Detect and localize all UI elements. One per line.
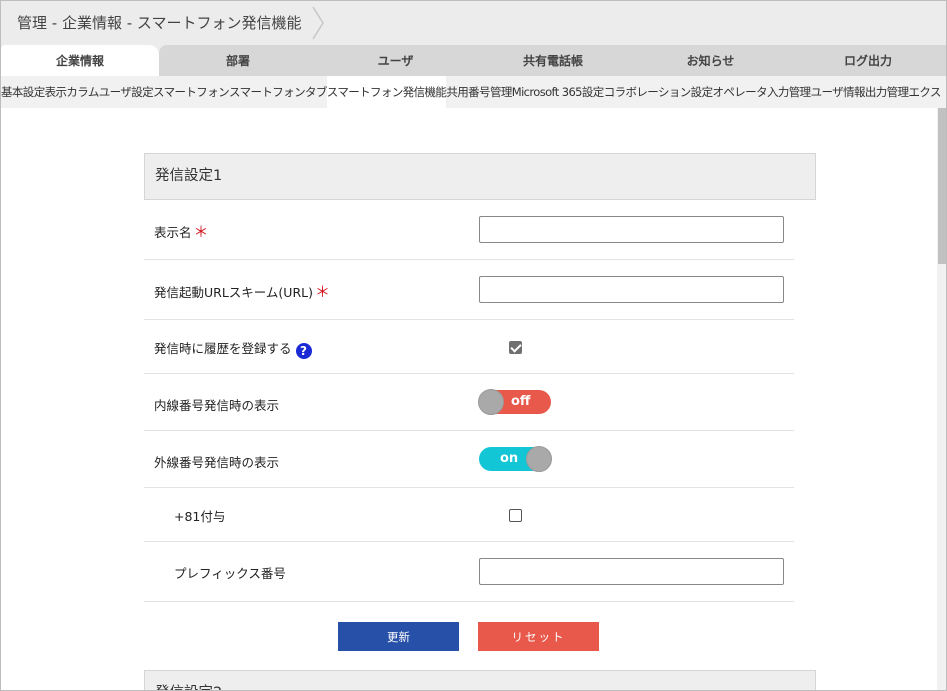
- url-scheme-label: 発信起動URLスキーム(URL) ＊: [154, 281, 330, 302]
- tab-company-info[interactable]: 企業情報: [1, 45, 159, 76]
- row-url-scheme: 発信起動URLスキーム(URL) ＊: [144, 260, 794, 320]
- external-display-label: 外線番号発信時の表示: [154, 455, 280, 470]
- update-button[interactable]: 更新: [338, 622, 459, 651]
- subtab-microsoft365[interactable]: Microsoft 365設定: [512, 76, 605, 108]
- content-area: 発信設定1 表示名＊ 発信起動URLスキーム(URL) ＊ 発信時に履歴を登録する…: [1, 108, 936, 690]
- vertical-scrollbar[interactable]: [937, 108, 946, 690]
- display-name-label-text: 表示名: [154, 225, 192, 240]
- question-circle-icon[interactable]: ?: [295, 343, 312, 359]
- tab-notices[interactable]: お知らせ: [632, 45, 789, 76]
- subtab-user-settings[interactable]: ユーザ設定: [99, 76, 154, 108]
- breadcrumb: 管理 - 企業情報 - スマートフォン発信機能: [1, 1, 946, 45]
- prefix-input[interactable]: [479, 558, 784, 585]
- toggle-state-label: off: [511, 394, 531, 409]
- subtab-display-columns[interactable]: 表示カラム: [45, 76, 100, 108]
- plus81-checkbox[interactable]: [509, 509, 522, 522]
- subtab-operator-input[interactable]: オペレータ入力管理: [712, 76, 811, 108]
- scrollbar-thumb[interactable]: [938, 108, 946, 264]
- toggle-knob: [478, 389, 504, 415]
- tab-shared-phonebook[interactable]: 共有電話帳: [474, 45, 632, 76]
- subtab-basic-settings[interactable]: 基本設定: [1, 76, 45, 108]
- subtab-smartphone-call[interactable]: スマートフォン発信機能: [326, 76, 447, 108]
- url-scheme-input[interactable]: [479, 276, 784, 303]
- display-name-label: 表示名＊: [154, 221, 209, 242]
- section-1-header: 発信設定1: [144, 153, 816, 200]
- external-display-toggle[interactable]: on: [479, 446, 552, 472]
- tab-log-output[interactable]: ログ出力: [789, 45, 946, 76]
- tab-department[interactable]: 部署: [159, 45, 317, 76]
- row-prefix: プレフィックス番号: [144, 542, 794, 602]
- subtab-smartphone[interactable]: スマートフォン: [153, 76, 230, 108]
- internal-display-label: 内線番号発信時の表示: [154, 398, 280, 413]
- row-external-display: 外線番号発信時の表示 on: [144, 431, 794, 488]
- breadcrumb-text: 管理 - 企業情報 - スマートフォン発信機能: [17, 14, 302, 32]
- chevron-right-icon: [312, 6, 324, 40]
- subtab-user-info-output[interactable]: ユーザ情報出力管理: [811, 76, 909, 108]
- app-frame: 管理 - 企業情報 - スマートフォン発信機能 企業情報 部署 ユーザ 共有電話…: [0, 0, 947, 691]
- row-plus81: +81付与: [144, 488, 794, 542]
- log-history-label: 発信時に履歴を登録する?: [154, 338, 312, 359]
- subtab-collaboration[interactable]: コラボレーション設定: [604, 76, 713, 108]
- url-scheme-label-text: 発信起動URLスキーム(URL): [154, 285, 313, 300]
- subtab-export[interactable]: エクス: [908, 76, 941, 108]
- main-tabs: 企業情報 部署 ユーザ 共有電話帳 お知らせ ログ出力: [1, 45, 946, 76]
- prefix-label: プレフィックス番号: [174, 566, 286, 581]
- tab-users[interactable]: ユーザ: [317, 45, 474, 76]
- log-history-checkbox[interactable]: [509, 341, 522, 354]
- subtab-shared-number[interactable]: 共用番号管理: [446, 76, 512, 108]
- required-mark: ＊: [193, 223, 209, 241]
- row-log-history: 発信時に履歴を登録する?: [144, 320, 794, 374]
- plus81-label: +81付与: [174, 509, 226, 524]
- row-display-name: 表示名＊: [144, 200, 794, 260]
- internal-display-toggle[interactable]: off: [478, 389, 551, 415]
- subtab-smartphone-tab[interactable]: スマートフォンタブ: [229, 76, 327, 108]
- sub-tabs: 基本設定表示カラムユーザ設定スマートフォンスマートフォンタブスマートフォン発信機…: [1, 76, 946, 108]
- row-internal-display: 内線番号発信時の表示 off: [144, 374, 794, 431]
- toggle-state-label: on: [500, 451, 519, 466]
- toggle-knob: [526, 446, 552, 472]
- reset-button[interactable]: リセット: [478, 622, 599, 651]
- section-2-header: 発信設定2: [144, 670, 816, 690]
- log-history-label-text: 発信時に履歴を登録する: [154, 341, 292, 356]
- required-mark: ＊: [314, 283, 330, 301]
- display-name-input[interactable]: [479, 216, 784, 243]
